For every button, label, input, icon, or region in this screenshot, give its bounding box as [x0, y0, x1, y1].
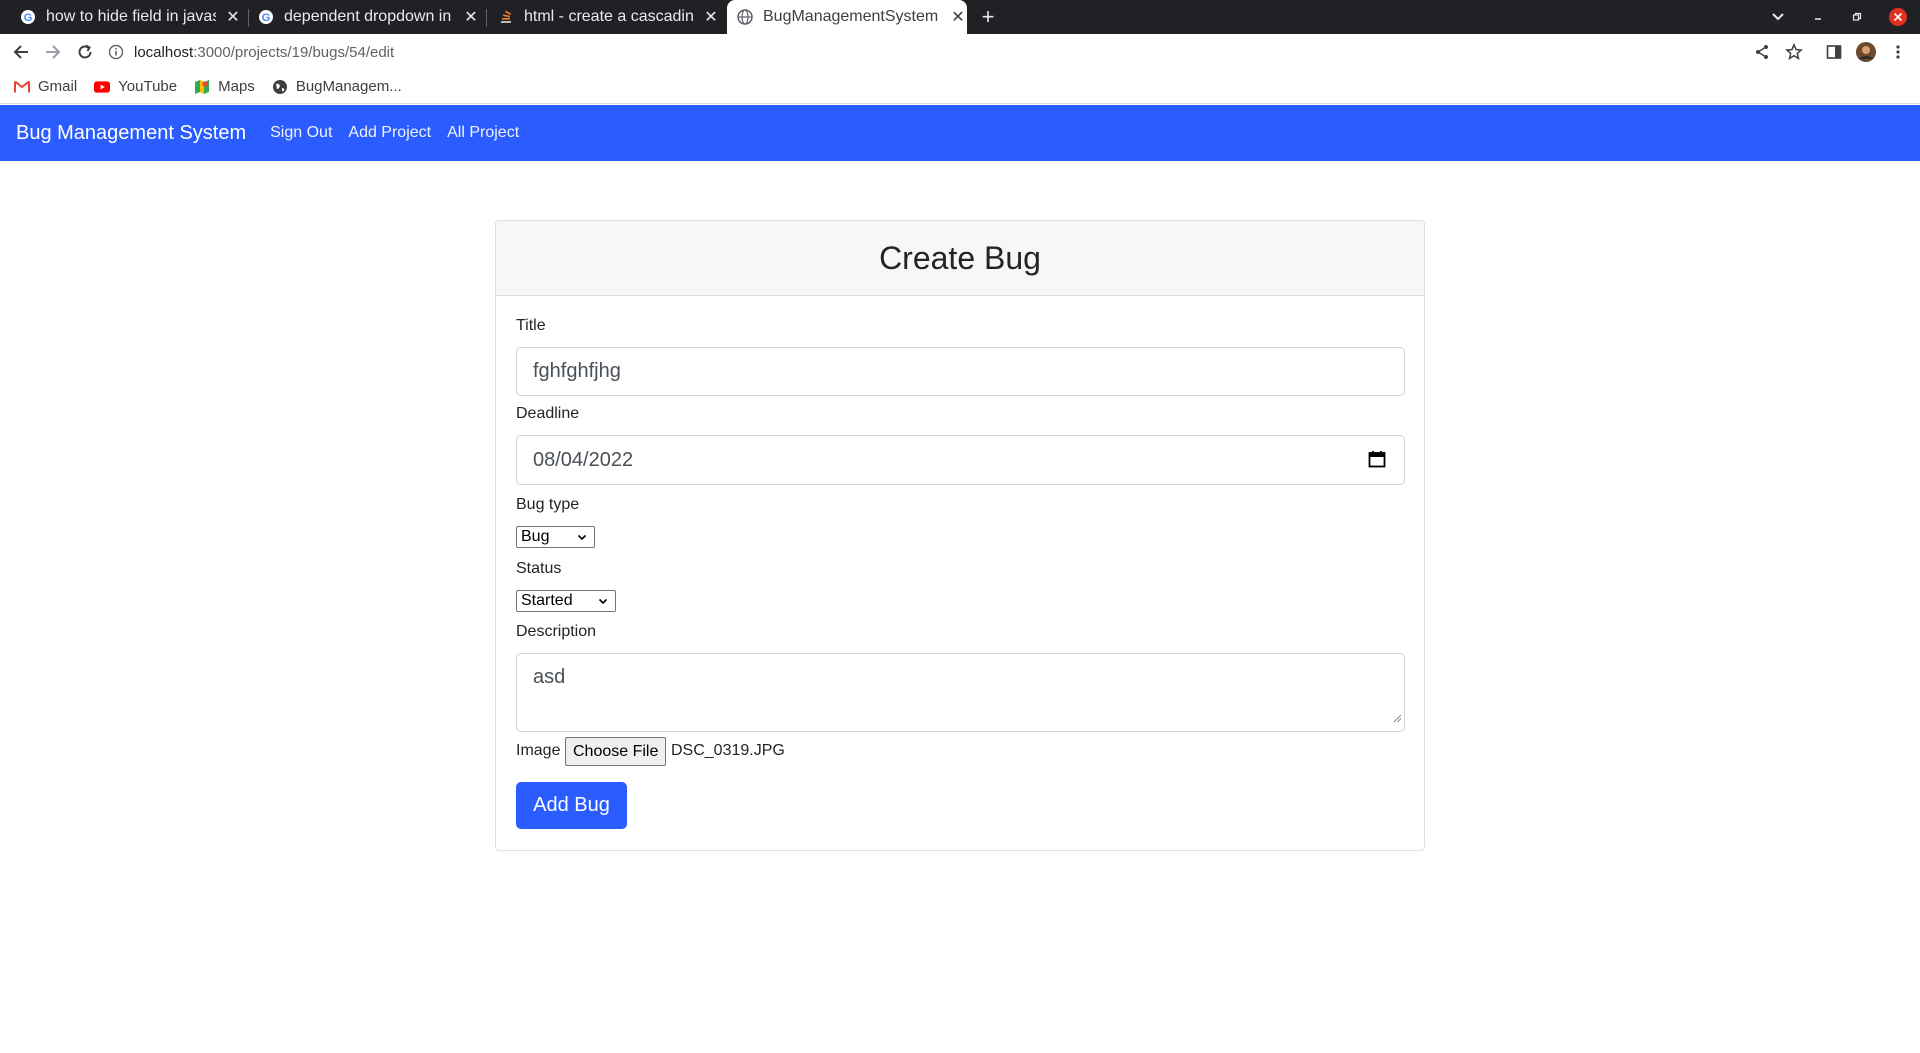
bookmark-star-icon[interactable]: [1780, 34, 1808, 70]
chevron-down-icon: [576, 530, 588, 548]
google-icon: G: [258, 9, 274, 25]
deadline-value: 08/04/2022: [533, 448, 634, 471]
browser-tab-3[interactable]: html - create a cascading dropdown ✕: [490, 0, 720, 34]
tab-search-icon[interactable]: [1766, 0, 1790, 34]
bug-type-value: Bug: [521, 528, 550, 545]
add-bug-label: Add Bug: [533, 794, 610, 816]
description-label: Description: [516, 623, 597, 640]
title-label: Title: [516, 317, 546, 334]
minimize-icon[interactable]: [1806, 0, 1830, 34]
bookmark-gmail[interactable]: Gmail: [14, 78, 77, 95]
browser-tab-strip: G how to hide field in javascript ✕ G de…: [0, 0, 1920, 34]
url-path: :3000/projects/19/bugs/54/edit: [193, 43, 395, 61]
page-title: Create Bug: [879, 239, 1041, 276]
browser-tab-active[interactable]: BugManagementSystem ✕: [727, 0, 967, 34]
stackoverflow-icon: [498, 9, 514, 25]
bookmarks-bar: Gmail YouTube Maps BugManagem...: [0, 70, 1920, 104]
tab-title: BugManagementSystem: [763, 8, 939, 25]
description-textarea[interactable]: asd: [516, 653, 1405, 732]
nav-link-sign-out[interactable]: Sign Out: [270, 124, 332, 142]
restore-icon[interactable]: [1845, 0, 1869, 34]
tab-title: how to hide field in javascript: [46, 8, 216, 25]
image-label: Image: [516, 742, 561, 759]
svg-text:G: G: [262, 12, 271, 24]
profile-avatar[interactable]: [1852, 34, 1880, 70]
share-icon[interactable]: [1748, 34, 1776, 70]
maps-icon: [194, 79, 210, 95]
reload-button[interactable]: [70, 34, 100, 70]
close-tab-icon[interactable]: ✕: [224, 7, 242, 27]
create-bug-card: Create Bug Title fghfghfjhg Deadline 08/…: [495, 220, 1425, 851]
nav-link-all-project[interactable]: All Project: [447, 124, 519, 142]
gmail-icon: [14, 79, 30, 95]
bookmark-label: Gmail: [38, 78, 78, 95]
status-label: Status: [516, 560, 562, 577]
browser-tab-1[interactable]: G how to hide field in javascript ✕: [12, 0, 242, 34]
browser-toolbar: localhost:3000/projects/19/bugs/54/edit: [0, 34, 1920, 70]
add-bug-button[interactable]: Add Bug: [516, 782, 627, 829]
browser-tab-2[interactable]: G dependent dropdown in javascript ✕: [250, 0, 480, 34]
youtube-icon: [94, 79, 111, 95]
bookmark-maps[interactable]: Maps: [194, 78, 255, 95]
resize-handle-icon[interactable]: [1392, 706, 1402, 729]
url-host: localhost: [134, 43, 194, 61]
bookmark-label: Maps: [218, 78, 255, 95]
navbar-brand[interactable]: Bug Management System: [16, 122, 246, 145]
chevron-down-icon: [597, 594, 609, 612]
description-value: asd: [533, 666, 566, 688]
status-select[interactable]: Started: [516, 590, 616, 612]
close-tab-icon[interactable]: ✕: [702, 7, 720, 27]
choose-file-button[interactable]: Choose File: [565, 737, 667, 766]
nav-link-add-project[interactable]: Add Project: [348, 124, 431, 142]
status-value: Started: [521, 592, 573, 609]
forward-button[interactable]: [38, 34, 68, 70]
address-bar[interactable]: localhost:3000/projects/19/bugs/54/edit: [108, 37, 1768, 67]
card-header: Create Bug: [496, 221, 1424, 296]
globe-icon: [272, 79, 288, 95]
bookmark-youtube[interactable]: YouTube: [94, 78, 177, 95]
deadline-input[interactable]: 08/04/2022: [516, 435, 1405, 485]
choose-file-label: Choose File: [573, 742, 659, 760]
selected-file-name: DSC_0319.JPG: [671, 742, 785, 759]
bug-type-label: Bug type: [516, 496, 580, 513]
side-panel-icon[interactable]: [1820, 34, 1848, 70]
app-navbar: Bug Management System Sign Out Add Proje…: [0, 105, 1920, 161]
bug-type-select[interactable]: Bug: [516, 526, 595, 548]
close-tab-icon[interactable]: ✕: [949, 7, 967, 27]
tab-title: html - create a cascading dropdown: [524, 8, 694, 25]
svg-text:G: G: [24, 12, 33, 24]
title-input[interactable]: fghfghfjhg: [516, 347, 1405, 396]
bookmark-label: YouTube: [118, 78, 178, 95]
back-button[interactable]: [6, 34, 36, 70]
site-info-icon[interactable]: [108, 44, 124, 60]
bookmark-label: BugManagem...: [295, 78, 402, 95]
globe-icon: [737, 9, 753, 25]
title-value: fghfghfjhg: [533, 360, 621, 382]
new-tab-button[interactable]: +: [976, 0, 1000, 34]
bookmark-bugmanagement[interactable]: BugManagem...: [272, 78, 402, 95]
deadline-label: Deadline: [516, 405, 580, 422]
calendar-icon[interactable]: [1368, 450, 1386, 474]
close-window-icon[interactable]: [1886, 0, 1910, 34]
google-icon: G: [20, 9, 36, 25]
close-tab-icon[interactable]: ✕: [462, 7, 480, 27]
tab-title: dependent dropdown in javascript: [284, 8, 454, 25]
browser-menu-icon[interactable]: [1884, 34, 1912, 70]
